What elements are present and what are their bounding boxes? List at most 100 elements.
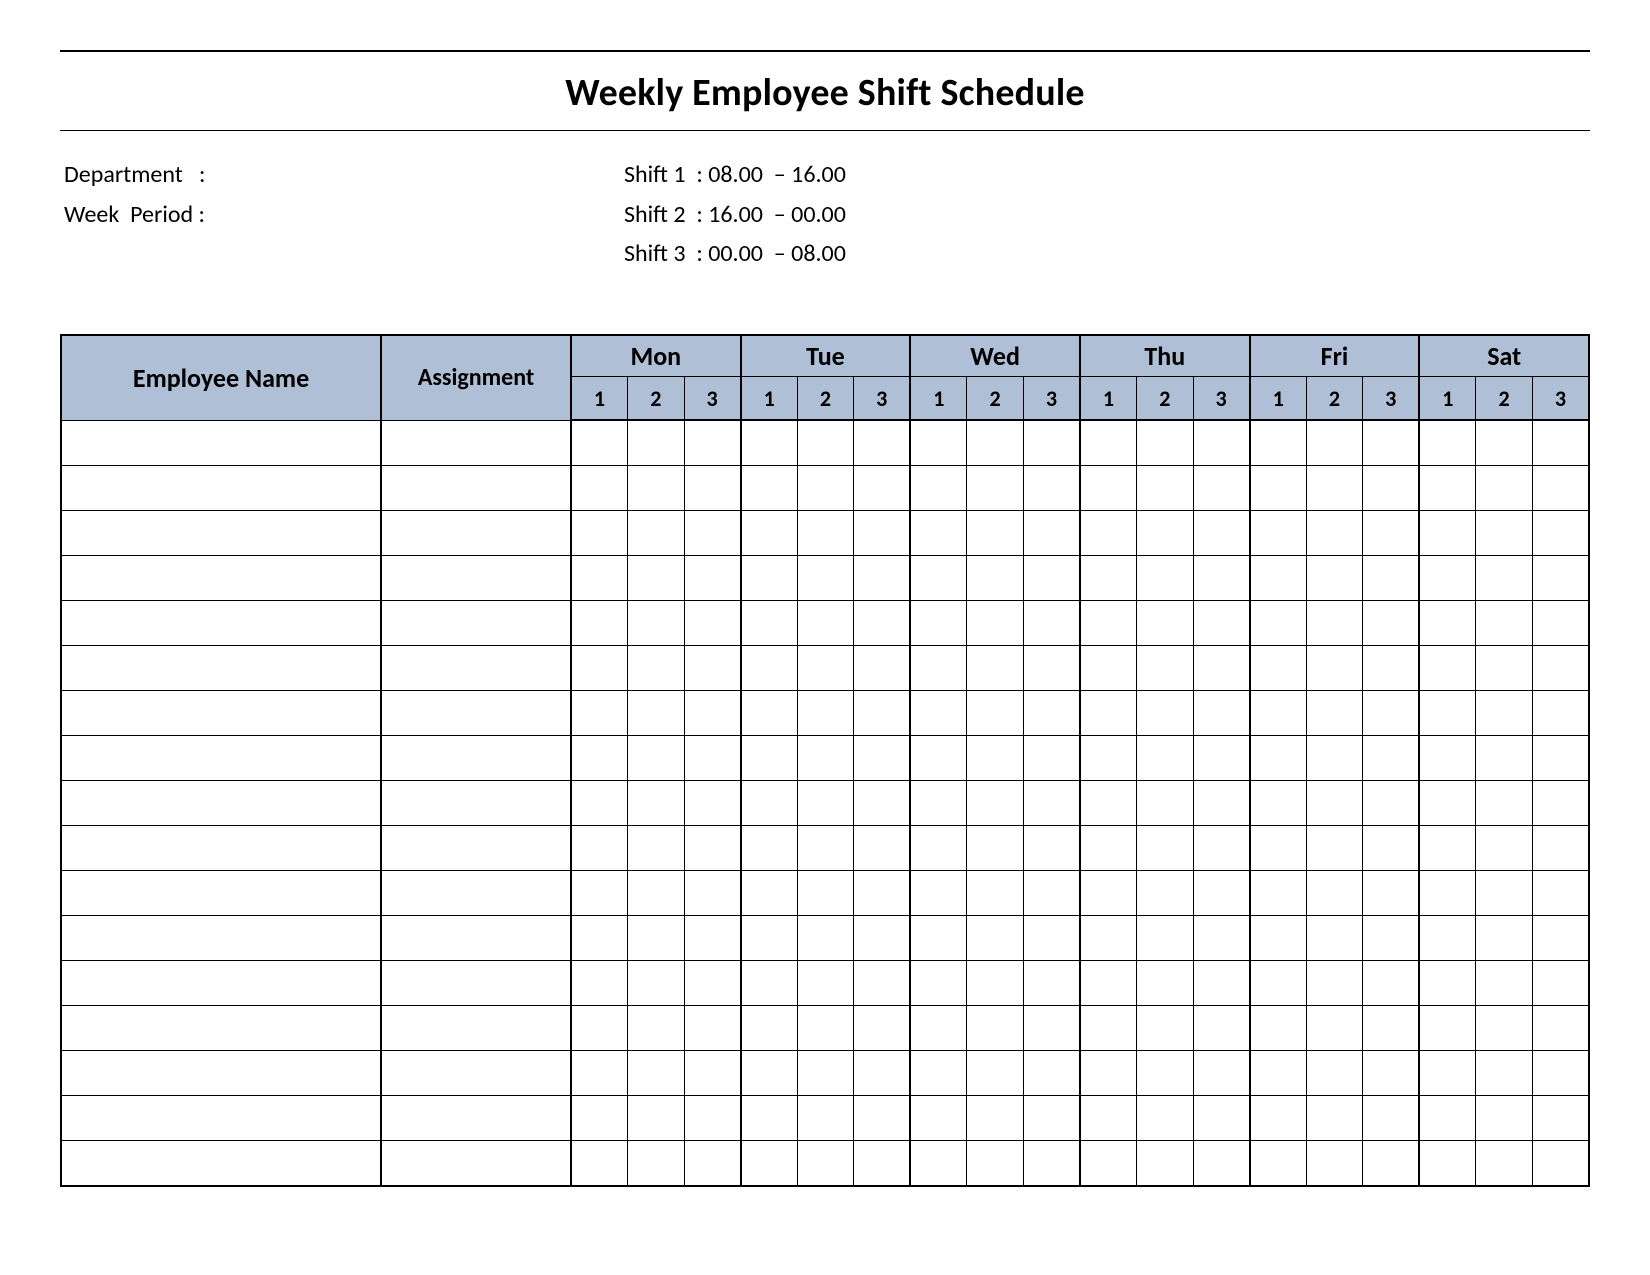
- cell-shift: [1306, 556, 1363, 601]
- cell-shift: [1363, 781, 1420, 826]
- cell-employee: [61, 961, 381, 1006]
- cell-shift: [1023, 1096, 1080, 1141]
- cell-shift: [1023, 511, 1080, 556]
- schedule-table: Employee NameAssignmentMonTueWedThuFriSa…: [60, 334, 1590, 1188]
- col-header-shift: 3: [1023, 377, 1080, 421]
- col-header-day: Tue: [741, 335, 911, 377]
- cell-shift: [1476, 556, 1533, 601]
- cell-shift: [1193, 1141, 1250, 1187]
- cell-shift: [684, 871, 741, 916]
- col-header-shift: 2: [797, 377, 854, 421]
- cell-shift: [1250, 916, 1307, 961]
- cell-shift: [1306, 646, 1363, 691]
- cell-shift: [1023, 916, 1080, 961]
- cell-shift: [1363, 601, 1420, 646]
- cell-shift: [1193, 1006, 1250, 1051]
- col-header-employee: Employee Name: [61, 335, 381, 421]
- meta-right: Shift 1 : 08.00 – 16.00 Shift 2 : 16.00 …: [624, 155, 1590, 274]
- cell-shift: [910, 420, 967, 466]
- cell-shift: [1532, 871, 1589, 916]
- cell-shift: [797, 1006, 854, 1051]
- cell-shift: [571, 646, 628, 691]
- cell-shift: [1532, 1096, 1589, 1141]
- cell-shift: [1419, 781, 1476, 826]
- cell-shift: [854, 781, 911, 826]
- cell-shift: [854, 420, 911, 466]
- col-header-shift: 3: [684, 377, 741, 421]
- cell-shift: [797, 1141, 854, 1187]
- cell-shift: [741, 1141, 798, 1187]
- cell-shift: [1137, 1051, 1194, 1096]
- table-row: [61, 466, 1589, 511]
- cell-shift: [1532, 466, 1589, 511]
- cell-shift: [1080, 466, 1137, 511]
- cell-assignment: [381, 1096, 571, 1141]
- cell-shift: [1137, 556, 1194, 601]
- cell-shift: [684, 1141, 741, 1187]
- cell-shift: [628, 1051, 685, 1096]
- cell-shift: [571, 466, 628, 511]
- col-header-assignment: Assignment: [381, 335, 571, 421]
- cell-shift: [741, 961, 798, 1006]
- cell-shift: [1363, 1051, 1420, 1096]
- cell-shift: [1193, 511, 1250, 556]
- cell-shift: [910, 1096, 967, 1141]
- cell-shift: [741, 601, 798, 646]
- cell-shift: [797, 826, 854, 871]
- cell-shift: [967, 916, 1024, 961]
- cell-shift: [1080, 1051, 1137, 1096]
- cell-shift: [571, 1006, 628, 1051]
- col-header-day: Wed: [910, 335, 1080, 377]
- cell-assignment: [381, 1141, 571, 1187]
- cell-shift: [1532, 420, 1589, 466]
- cell-shift: [1137, 1006, 1194, 1051]
- cell-shift: [741, 691, 798, 736]
- cell-shift: [741, 511, 798, 556]
- cell-shift: [684, 691, 741, 736]
- cell-employee: [61, 420, 381, 466]
- cell-shift: [1023, 556, 1080, 601]
- cell-shift: [1476, 826, 1533, 871]
- col-header-day: Sat: [1419, 335, 1589, 377]
- cell-shift: [741, 736, 798, 781]
- cell-shift: [571, 826, 628, 871]
- meta-left: Department : Week Period :: [64, 155, 624, 274]
- cell-shift: [1250, 781, 1307, 826]
- cell-shift: [1363, 1006, 1420, 1051]
- shift-1-line: Shift 1 : 08.00 – 16.00: [624, 155, 1590, 195]
- shift-3-line: Shift 3 : 00.00 – 08.00: [624, 234, 1590, 274]
- cell-shift: [1476, 1006, 1533, 1051]
- cell-shift: [1532, 961, 1589, 1006]
- cell-shift: [1080, 601, 1137, 646]
- cell-shift: [1080, 511, 1137, 556]
- cell-shift: [1363, 1096, 1420, 1141]
- cell-shift: [1023, 601, 1080, 646]
- cell-shift: [1193, 556, 1250, 601]
- cell-shift: [571, 601, 628, 646]
- col-header-shift: 2: [1137, 377, 1194, 421]
- cell-shift: [628, 916, 685, 961]
- cell-shift: [1250, 691, 1307, 736]
- cell-shift: [1193, 871, 1250, 916]
- cell-shift: [1137, 691, 1194, 736]
- cell-shift: [684, 916, 741, 961]
- cell-shift: [967, 1051, 1024, 1096]
- cell-shift: [1363, 871, 1420, 916]
- table-row: [61, 556, 1589, 601]
- cell-shift: [628, 646, 685, 691]
- cell-shift: [1476, 601, 1533, 646]
- cell-shift: [628, 601, 685, 646]
- cell-shift: [741, 1006, 798, 1051]
- cell-shift: [628, 691, 685, 736]
- cell-shift: [1250, 826, 1307, 871]
- cell-shift: [571, 1141, 628, 1187]
- cell-shift: [1532, 826, 1589, 871]
- table-row: [61, 826, 1589, 871]
- cell-shift: [1363, 691, 1420, 736]
- cell-shift: [1137, 1141, 1194, 1187]
- col-header-shift: 1: [1250, 377, 1307, 421]
- cell-shift: [854, 556, 911, 601]
- cell-shift: [910, 601, 967, 646]
- cell-shift: [797, 691, 854, 736]
- cell-shift: [1193, 691, 1250, 736]
